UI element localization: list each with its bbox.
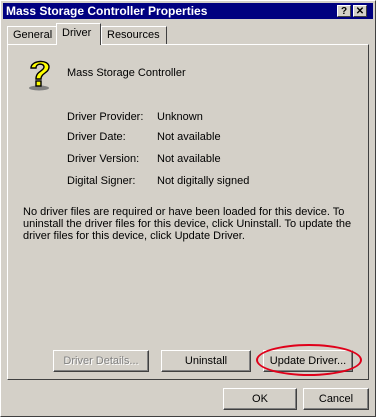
ok-button[interactable]: OK	[223, 388, 297, 410]
tab-general[interactable]: General	[7, 26, 57, 44]
driver-tab-panel	[7, 44, 369, 380]
window-title: Mass Storage Controller Properties	[6, 4, 208, 18]
properties-dialog: Mass Storage Controller Properties ? ✕ G…	[0, 0, 376, 417]
title-bar[interactable]: Mass Storage Controller Properties ? ✕	[3, 3, 373, 19]
cancel-button[interactable]: Cancel	[303, 388, 369, 410]
tab-resources[interactable]: Resources	[101, 26, 167, 44]
tab-driver[interactable]: Driver	[56, 23, 101, 45]
close-button[interactable]: ✕	[353, 5, 367, 17]
help-button[interactable]: ?	[337, 5, 351, 17]
